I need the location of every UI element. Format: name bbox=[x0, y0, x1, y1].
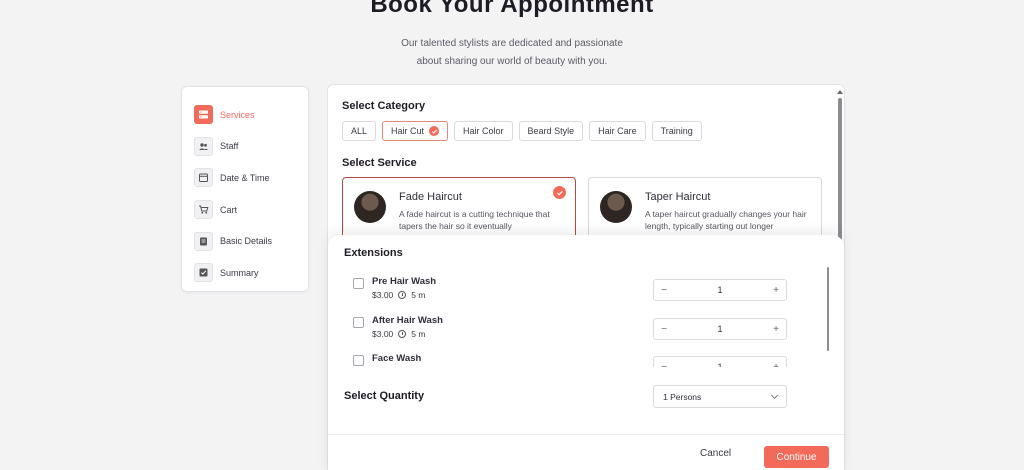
extensions-list: Pre Hair Wash $3.00 5 m − 1 + After Hair… bbox=[352, 271, 792, 367]
summary-icon bbox=[194, 263, 213, 283]
select-service-title: Select Service bbox=[342, 157, 417, 169]
scroll-up-arrow-icon[interactable] bbox=[837, 90, 843, 94]
quantity-stepper: − 1 + bbox=[653, 279, 787, 301]
check-icon bbox=[429, 126, 440, 136]
category-chips: ALL Hair Cut Hair Color Beard Style Hair… bbox=[342, 121, 702, 141]
extension-name: After Hair Wash bbox=[372, 315, 443, 326]
extension-meta: $3.00 5 m bbox=[372, 290, 425, 300]
quantity-value[interactable]: 1 bbox=[674, 324, 766, 334]
page-subtitle: Our talented stylists are dedicated and … bbox=[0, 35, 1024, 71]
extensions-title: Extensions bbox=[344, 247, 403, 259]
category-chip-hair-color[interactable]: Hair Color bbox=[454, 121, 513, 141]
category-chip-label: Hair Cut bbox=[391, 126, 425, 136]
services-icon bbox=[194, 105, 213, 125]
extensions-scrollbar[interactable] bbox=[827, 267, 829, 351]
quantity-value[interactable]: 1 bbox=[674, 285, 766, 295]
extension-checkbox[interactable] bbox=[353, 317, 364, 328]
quantity-stepper: − 1 + bbox=[653, 356, 787, 367]
category-chip-hair-care[interactable]: Hair Care bbox=[589, 121, 646, 141]
sidebar-item-services[interactable]: Services bbox=[182, 99, 308, 131]
calendar-icon bbox=[194, 168, 213, 188]
extension-price: $3.00 bbox=[372, 329, 394, 339]
category-chip-all[interactable]: ALL bbox=[342, 121, 377, 141]
sidebar-item-label: Basic Details bbox=[220, 236, 273, 247]
sidebar-item-label: Cart bbox=[220, 204, 238, 215]
continue-button[interactable]: Continue bbox=[764, 446, 829, 468]
sheet-footer-divider bbox=[328, 434, 844, 435]
clock-icon bbox=[398, 291, 407, 299]
extension-duration: 5 m bbox=[411, 290, 426, 300]
decrement-button[interactable]: − bbox=[654, 285, 674, 296]
select-category-title: Select Category bbox=[342, 100, 426, 112]
category-chip-beard-style[interactable]: Beard Style bbox=[518, 121, 584, 141]
booking-steps-sidebar: Services Staff Date & Time Cart Basic De… bbox=[181, 86, 309, 292]
subtitle-line-1: Our talented stylists are dedicated and … bbox=[401, 38, 623, 49]
extension-meta: $3.00 5 m bbox=[372, 329, 425, 339]
sidebar-item-date-time[interactable]: Date & Time bbox=[182, 162, 308, 194]
extension-row-after-hair-wash: After Hair Wash $3.00 5 m − 1 + bbox=[352, 310, 792, 342]
main-scrollbar[interactable] bbox=[837, 90, 843, 240]
extension-checkbox[interactable] bbox=[353, 355, 364, 366]
service-name: Fade Haircut bbox=[399, 191, 462, 203]
extension-price: $3.00 bbox=[372, 290, 394, 300]
sidebar-item-label: Date & Time bbox=[220, 172, 270, 183]
category-chip-training[interactable]: Training bbox=[651, 121, 702, 141]
service-avatar bbox=[600, 191, 632, 223]
cancel-button[interactable]: Cancel bbox=[700, 448, 731, 459]
subtitle-line-2: about sharing our world of beauty with y… bbox=[416, 56, 608, 67]
extension-row-face-wash: Face Wash − 1 + bbox=[352, 348, 792, 367]
sidebar-item-label: Summary bbox=[220, 267, 259, 278]
service-name: Taper Haircut bbox=[645, 191, 711, 203]
select-quantity-title: Select Quantity bbox=[344, 390, 425, 402]
quantity-stepper: − 1 + bbox=[653, 318, 787, 340]
selected-check-icon bbox=[553, 186, 566, 199]
staff-icon bbox=[194, 136, 213, 156]
decrement-button[interactable]: − bbox=[654, 324, 674, 335]
page-title: Book Your Appointment bbox=[370, 0, 654, 18]
extension-duration: 5 m bbox=[411, 329, 426, 339]
extension-checkbox[interactable] bbox=[353, 278, 364, 289]
category-chip-hair-cut[interactable]: Hair Cut bbox=[382, 121, 449, 141]
service-description: A taper haircut gradually changes your h… bbox=[645, 209, 807, 231]
service-avatar bbox=[354, 191, 386, 223]
quantity-value[interactable]: 1 bbox=[674, 362, 766, 367]
sidebar-item-basic-details[interactable]: Basic Details bbox=[182, 225, 308, 257]
clock-icon bbox=[398, 330, 407, 338]
quantity-select[interactable]: 1 Persons bbox=[653, 385, 787, 408]
extensions-bottom-sheet: Extensions Pre Hair Wash $3.00 5 m − 1 +… bbox=[328, 235, 844, 470]
increment-button[interactable]: + bbox=[766, 324, 786, 335]
extension-name: Pre Hair Wash bbox=[372, 276, 437, 287]
sidebar-item-label: Staff bbox=[220, 141, 239, 152]
sidebar-item-label: Services bbox=[220, 109, 255, 120]
decrement-button[interactable]: − bbox=[654, 362, 674, 368]
sidebar-item-cart[interactable]: Cart bbox=[182, 194, 308, 226]
extension-row-pre-hair-wash: Pre Hair Wash $3.00 5 m − 1 + bbox=[352, 271, 792, 303]
sidebar-item-summary[interactable]: Summary bbox=[182, 257, 308, 289]
cart-icon bbox=[194, 200, 213, 220]
increment-button[interactable]: + bbox=[766, 362, 786, 368]
increment-button[interactable]: + bbox=[766, 285, 786, 296]
chevron-down-icon bbox=[770, 391, 779, 400]
details-icon bbox=[194, 231, 213, 251]
quantity-select-value: 1 Persons bbox=[663, 391, 702, 402]
sidebar-item-staff[interactable]: Staff bbox=[182, 131, 308, 163]
service-description: A fade haircut is a cutting technique th… bbox=[399, 209, 550, 231]
scrollbar-thumb[interactable] bbox=[838, 98, 842, 240]
extension-name: Face Wash bbox=[372, 353, 422, 364]
